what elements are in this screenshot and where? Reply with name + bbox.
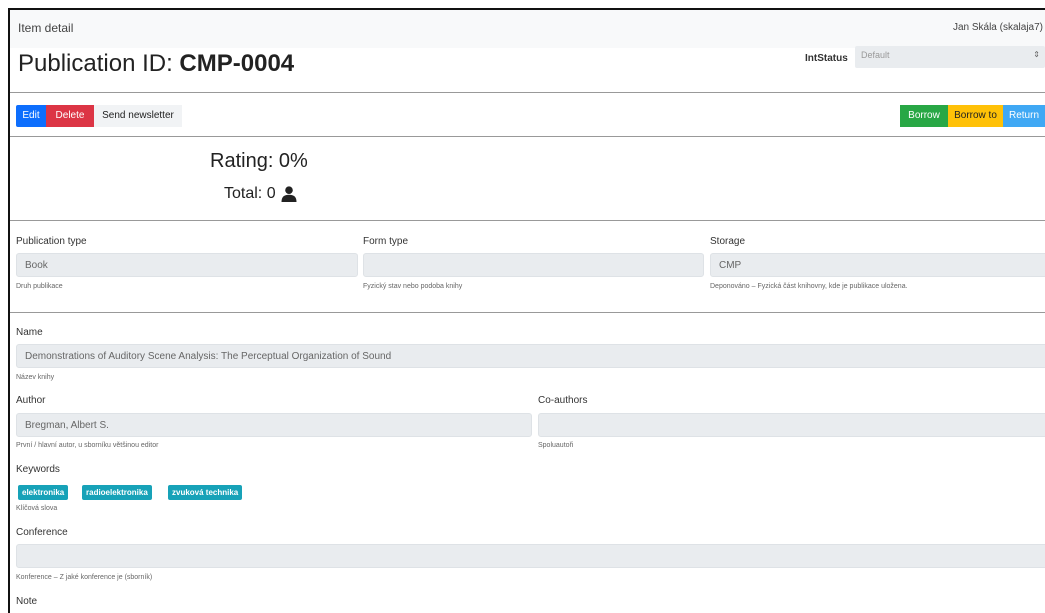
intstatus-value: Default bbox=[861, 50, 890, 60]
rating-percent: Rating: 0% bbox=[210, 150, 308, 172]
keyword-badge[interactable]: radioelektronika bbox=[82, 485, 152, 500]
form-type-field[interactable] bbox=[363, 253, 704, 277]
intstatus-label: IntStatus bbox=[805, 53, 848, 64]
intstatus-select[interactable]: Default ⇕ bbox=[855, 46, 1045, 68]
coauthors-field[interactable] bbox=[538, 413, 1045, 437]
publication-id: CMP-0004 bbox=[179, 50, 295, 77]
top-bar: Item detail Jan Skála (skalaja7) bbox=[10, 10, 1045, 48]
delete-button[interactable]: Delete bbox=[46, 105, 94, 127]
name-field[interactable]: Demonstrations of Auditory Scene Analysi… bbox=[16, 344, 1045, 368]
form-type-help: Fyzický stav nebo podoba knihy bbox=[363, 283, 463, 290]
app-frame: Item detail Jan Skála (skalaja7) Publica… bbox=[8, 8, 1045, 613]
keyword-badge[interactable]: zvuková technika bbox=[168, 485, 243, 500]
publication-type-help: Druh publikace bbox=[16, 283, 63, 290]
storage-field[interactable]: CMP bbox=[710, 253, 1045, 277]
divider bbox=[10, 92, 1045, 93]
name-help: Název knihy bbox=[16, 374, 55, 381]
note-label: Note bbox=[16, 596, 38, 607]
publication-type-field[interactable]: Book bbox=[16, 253, 358, 277]
user-menu[interactable]: Jan Skála (skalaja7) bbox=[953, 22, 1043, 33]
return-button[interactable]: Return bbox=[1003, 105, 1045, 127]
publication-type-label: Publication type bbox=[16, 236, 87, 247]
breadcrumb: Item detail bbox=[18, 21, 74, 35]
coauthors-label: Co-authors bbox=[538, 395, 588, 406]
divider bbox=[10, 220, 1045, 221]
name-label: Name bbox=[16, 327, 43, 338]
edit-button[interactable]: Edit bbox=[16, 105, 46, 127]
user-icon bbox=[281, 186, 297, 202]
keywords-label: Keywords bbox=[16, 464, 60, 475]
conference-field[interactable] bbox=[16, 544, 1045, 568]
title-prefix: Publication ID: bbox=[18, 50, 180, 77]
send-newsletter-button[interactable]: Send newsletter bbox=[94, 105, 182, 127]
borrow-button[interactable]: Borrow bbox=[900, 105, 948, 127]
author-label: Author bbox=[16, 395, 46, 406]
form-type-label: Form type bbox=[363, 236, 409, 247]
conference-label: Conference bbox=[16, 527, 68, 538]
storage-help: Deponováno – Fyzická část knihovny, kde … bbox=[710, 283, 908, 290]
author-help: První / hlavní autor, u sborníku většino… bbox=[16, 442, 159, 449]
divider bbox=[10, 312, 1045, 313]
rating-total-text: Total: 0 bbox=[224, 185, 276, 202]
select-caret-icon: ⇕ bbox=[1033, 50, 1040, 59]
conference-help: Konference – Z jaké konference je (sborn… bbox=[16, 574, 153, 581]
keyword-badge[interactable]: elektronika bbox=[18, 485, 69, 500]
divider bbox=[10, 136, 1045, 137]
author-field[interactable]: Bregman, Albert S. bbox=[16, 413, 532, 437]
keywords-help: Klíčová slova bbox=[16, 505, 58, 512]
borrow-to-button[interactable]: Borrow to bbox=[948, 105, 1003, 127]
coauthors-help: Spoluautoři bbox=[538, 442, 574, 449]
rating-total: Total: 0 bbox=[224, 185, 297, 203]
storage-label: Storage bbox=[710, 236, 746, 247]
page-title: Publication ID: CMP-0004 bbox=[18, 50, 294, 78]
